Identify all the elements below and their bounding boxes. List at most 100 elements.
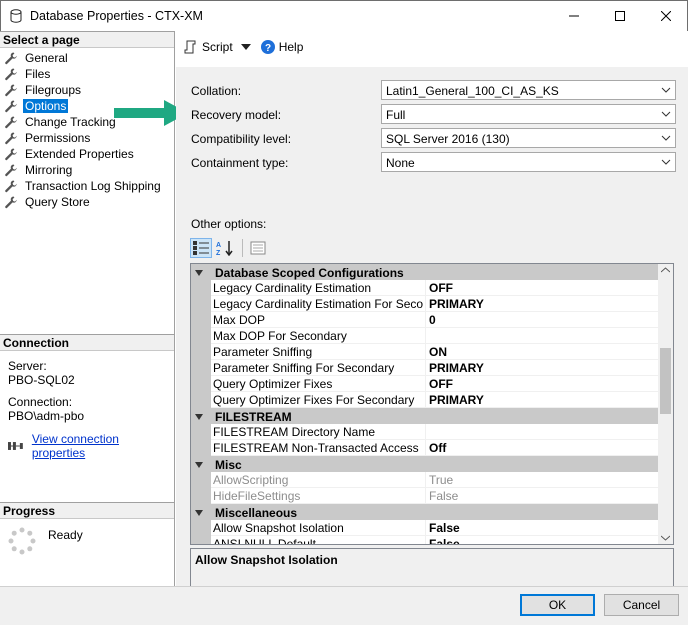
page-item-query-store[interactable]: Query Store [4, 194, 163, 210]
column-divider[interactable] [425, 328, 426, 344]
property-value[interactable]: OFF [429, 377, 453, 391]
grid-category-row[interactable]: Misc [191, 456, 659, 472]
close-button[interactable] [643, 1, 688, 31]
page-item-label: General [25, 51, 68, 65]
column-divider[interactable] [425, 520, 426, 536]
row-gutter [191, 520, 211, 536]
ok-button[interactable]: OK [520, 594, 595, 616]
containment-type-select[interactable]: None [381, 152, 676, 172]
collapse-icon[interactable] [195, 269, 203, 277]
page-item-mirroring[interactable]: Mirroring [4, 162, 163, 178]
column-divider[interactable] [425, 344, 426, 360]
property-name: ANSI NULL Default [213, 537, 316, 545]
grid-property-row[interactable]: Parameter Sniffing For Secondary PRIMARY [191, 360, 659, 376]
grid-property-row[interactable]: HideFileSettings False [191, 488, 659, 504]
help-button[interactable]: ? Help [260, 40, 303, 54]
page-item-files[interactable]: Files [4, 66, 163, 82]
property-pages-button[interactable] [247, 238, 269, 258]
grid-property-row[interactable]: Query Optimizer Fixes OFF [191, 376, 659, 392]
page-item-general[interactable]: General [4, 50, 163, 66]
property-value[interactable]: PRIMARY [429, 297, 484, 311]
view-connection-properties-link[interactable]: View connection properties [32, 432, 174, 460]
maximize-button[interactable] [597, 1, 643, 31]
grid-category-row[interactable]: Database Scoped Configurations [191, 264, 659, 280]
wrench-icon [5, 100, 17, 113]
window-title: Database Properties - CTX-XM [30, 9, 203, 23]
property-value[interactable]: ON [429, 345, 447, 359]
property-value[interactable]: PRIMARY [429, 361, 484, 375]
property-value[interactable]: 0 [429, 313, 436, 327]
grid-property-row[interactable]: Query Optimizer Fixes For Secondary PRIMA… [191, 392, 659, 408]
script-label: Script [202, 40, 233, 54]
scrollbar-thumb[interactable] [660, 348, 671, 414]
column-divider[interactable] [425, 360, 426, 376]
grid-property-row[interactable]: Legacy Cardinality Estimation OFF [191, 280, 659, 296]
collapse-icon[interactable] [195, 461, 203, 469]
property-name: FILESTREAM Non-Transacted Access [213, 441, 419, 455]
grid-category-row[interactable]: Miscellaneous [191, 504, 659, 520]
collapse-icon[interactable] [195, 413, 203, 421]
collation-select[interactable]: Latin1_General_100_CI_AS_KS [381, 80, 676, 100]
close-icon [661, 11, 671, 21]
wrench-icon [5, 164, 17, 177]
collapse-icon[interactable] [195, 509, 203, 517]
grid-property-row[interactable]: Parameter Sniffing ON [191, 344, 659, 360]
minimize-button[interactable] [551, 1, 597, 31]
wrench-icon [5, 196, 17, 209]
property-value[interactable]: False [429, 521, 460, 535]
maximize-icon [615, 11, 625, 21]
row-gutter [191, 360, 211, 376]
property-value[interactable]: True [429, 473, 453, 487]
right-pane: Script ? Help Collation: Latin1_General_… [176, 31, 688, 614]
scroll-down-icon[interactable] [661, 535, 670, 541]
dropdown-arrow-icon[interactable] [240, 44, 251, 50]
grid-property-row[interactable]: FILESTREAM Directory Name [191, 424, 659, 440]
categorized-button[interactable] [190, 238, 212, 258]
column-divider[interactable] [425, 536, 426, 544]
property-value[interactable]: PRIMARY [429, 393, 484, 407]
page-item-label: Permissions [25, 131, 91, 145]
column-divider[interactable] [425, 296, 426, 312]
property-grid[interactable]: Database Scoped Configurations Legacy Car… [190, 263, 674, 545]
grid-property-row[interactable]: AllowScripting True [191, 472, 659, 488]
column-divider[interactable] [425, 376, 426, 392]
property-value[interactable]: False [429, 537, 460, 544]
column-divider[interactable] [425, 440, 426, 456]
grid-property-row[interactable]: Max DOP For Secondary [191, 328, 659, 344]
page-item-filegroups[interactable]: Filegroups [4, 82, 163, 98]
compatibility-level-row: Compatibility level: SQL Server 2016 (13… [191, 128, 676, 148]
grid-property-row[interactable]: FILESTREAM Non-Transacted Access Off [191, 440, 659, 456]
server-value: PBO-SQL02 [8, 373, 75, 387]
grid-property-row[interactable]: Legacy Cardinality Estimation For Second… [191, 296, 659, 312]
compatibility-level-select[interactable]: SQL Server 2016 (130) [381, 128, 676, 148]
column-divider[interactable] [425, 424, 426, 440]
page-item-permissions[interactable]: Permissions [4, 130, 163, 146]
column-divider[interactable] [425, 488, 426, 504]
grid-property-row[interactable]: Max DOP 0 [191, 312, 659, 328]
page-item-label: Query Store [25, 195, 90, 209]
property-value[interactable]: OFF [429, 281, 453, 295]
help-icon: ? [260, 40, 275, 54]
column-divider[interactable] [425, 312, 426, 328]
script-button[interactable]: Script [184, 40, 251, 54]
page-item-extended-properties[interactable]: Extended Properties [4, 146, 163, 162]
column-divider[interactable] [425, 472, 426, 488]
connection-header: Connection [0, 334, 174, 351]
property-grid-scrollbar[interactable] [658, 264, 673, 544]
connection-label: Connection: [8, 395, 73, 409]
column-divider[interactable] [425, 392, 426, 408]
grid-property-row[interactable]: Allow Snapshot Isolation False [191, 520, 659, 536]
row-gutter [191, 536, 211, 544]
grid-property-row[interactable]: ANSI NULL Default False [191, 536, 659, 545]
alphabetical-button[interactable]: A Z [214, 238, 236, 258]
grid-category-row[interactable]: FILESTREAM [191, 408, 659, 424]
page-item-transaction-log-shipping[interactable]: Transaction Log Shipping [4, 178, 163, 194]
column-divider[interactable] [425, 280, 426, 296]
row-gutter [191, 440, 211, 456]
property-value[interactable]: False [429, 489, 458, 503]
recovery-model-select[interactable]: Full [381, 104, 676, 124]
property-value[interactable]: Off [429, 441, 446, 455]
property-name: Legacy Cardinality Estimation For Second… [213, 297, 423, 311]
cancel-button[interactable]: Cancel [604, 594, 679, 616]
scroll-up-icon[interactable] [661, 267, 670, 273]
